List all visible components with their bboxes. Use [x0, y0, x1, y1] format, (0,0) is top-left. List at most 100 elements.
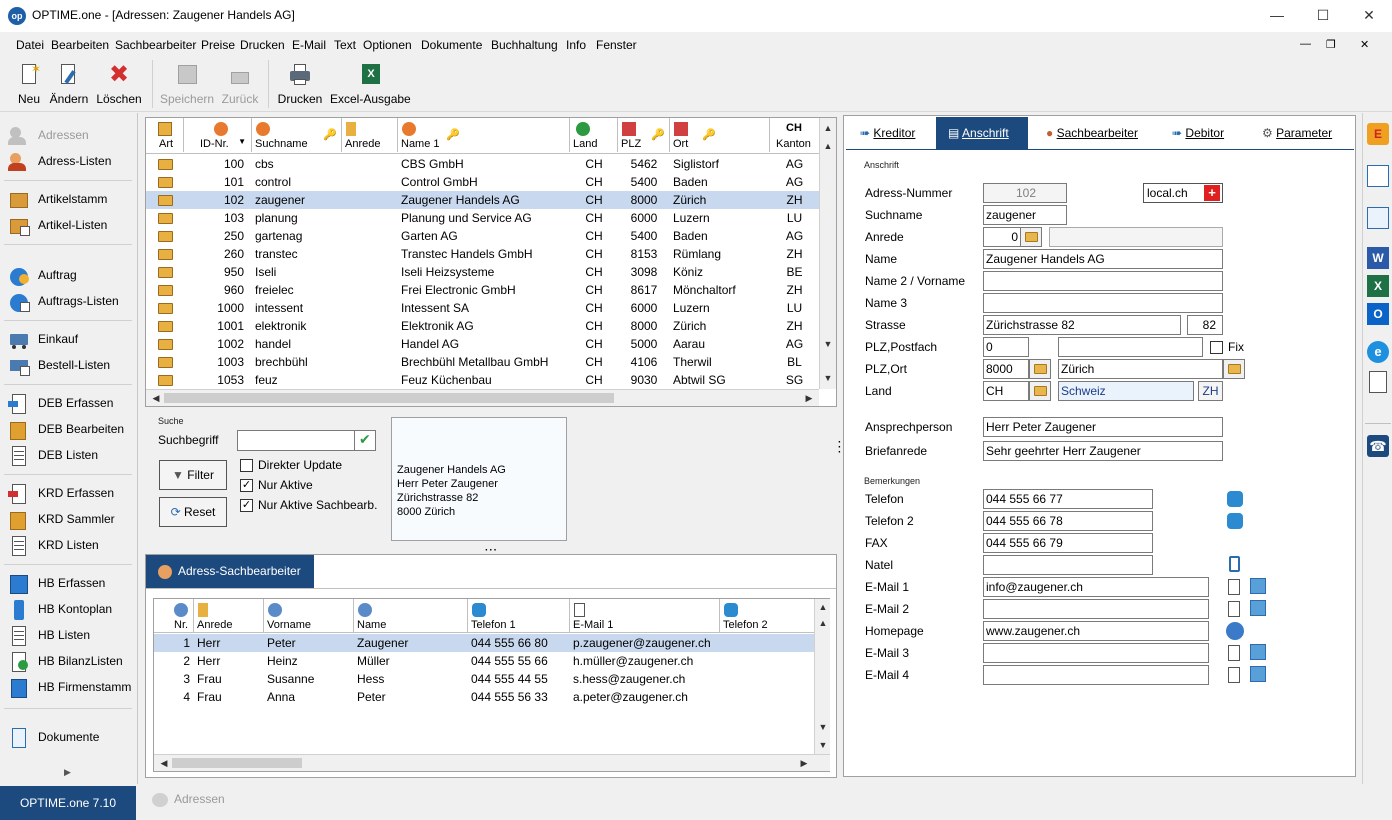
nav-dokumente[interactable]: Dokumente	[8, 726, 99, 748]
sb-scroll-up-icon[interactable]: ▲	[815, 615, 831, 631]
neu-button[interactable]: ✶ Neu	[14, 62, 44, 110]
email-doc-icon[interactable]	[1228, 601, 1240, 617]
calculator-icon[interactable]	[1367, 165, 1389, 187]
name-field[interactable]: Zaugener Handels AG	[983, 249, 1223, 269]
sb-scroll-right-icon[interactable]: ▶	[796, 755, 812, 771]
anrede-lookup-button[interactable]	[1020, 227, 1042, 247]
table-row[interactable]: 1 Herr Peter Zaugener 044 555 66 80 p.zaugene…	[154, 634, 814, 652]
col-plz[interactable]: PLZ 🔑	[618, 118, 670, 152]
plz-postfach-field[interactable]: 0	[983, 337, 1029, 357]
col-nr[interactable]: Nr.	[154, 599, 194, 633]
nav-bestell-listen[interactable]: Bestell-Listen	[8, 354, 110, 376]
nav-krd-sammler[interactable]: KRD Sammler	[8, 508, 115, 530]
nav-krd-listen[interactable]: KRD Listen	[8, 534, 99, 556]
nav-deb-listen[interactable]: DEB Listen	[8, 444, 98, 466]
sb-scroll-top-icon[interactable]: ▲	[815, 599, 831, 615]
col-vorname[interactable]: Vorname	[264, 599, 354, 633]
telefon2-field[interactable]: 044 555 66 78	[983, 511, 1153, 531]
nav-hb-listen[interactable]: HB Listen	[8, 624, 90, 646]
col-anrede-sb[interactable]: Anrede	[194, 599, 264, 633]
anrede-code-field[interactable]: 0	[983, 227, 1021, 247]
table-row[interactable]: 4 Frau Anna Peter 044 555 56 33 a.peter@zauge…	[154, 688, 814, 706]
nav-hb-bilanzlisten[interactable]: HB BilanzListen	[8, 650, 123, 672]
mdi-restore-icon[interactable]: ❐	[1326, 38, 1336, 51]
land-code-field[interactable]: CH	[983, 381, 1029, 401]
email-doc-icon[interactable]	[1228, 645, 1240, 661]
aendern-button[interactable]: Ändern	[48, 64, 90, 110]
menu-drucken[interactable]: Drucken	[240, 38, 285, 52]
tab-debitor[interactable]: ➠ Debitor	[1172, 117, 1242, 149]
table-row[interactable]: 3 Frau Susanne Hess 044 555 44 55 s.hess@zaug…	[154, 670, 814, 688]
email1-field[interactable]: info@zaugener.ch	[983, 577, 1209, 597]
land-lookup-button[interactable]	[1029, 381, 1051, 401]
menu-optionen[interactable]: Optionen	[363, 38, 412, 52]
fix-checkbox[interactable]: Fix	[1210, 340, 1244, 355]
menu-sachbearbeiter[interactable]: Sachbearbeiter	[115, 38, 196, 52]
col-anrede[interactable]: Anrede	[342, 118, 398, 152]
sb-scroll-down-icon[interactable]: ▼	[815, 719, 831, 735]
table-row[interactable]: 960 freielec Frei Electronic GmbH CH 8617 Mön…	[146, 281, 819, 299]
nur-aktive-sachbearb-checkbox[interactable]: ✓ Nur Aktive Sachbearb.	[240, 498, 377, 513]
col-name1[interactable]: Name 1 🔑	[398, 118, 570, 152]
grid-horizontal-scrollbar[interactable]: ◀ ▶	[146, 389, 819, 406]
briefanrede-field[interactable]: Sehr geehrter Herr Zaugener	[983, 441, 1223, 461]
table-row[interactable]: 100 cbs CBS GmbH CH 5462 Siglistorf AG	[146, 155, 819, 173]
nav-artikel-listen[interactable]: Artikel-Listen	[8, 214, 107, 236]
tab-parameter[interactable]: ⚙ Parameter	[1262, 117, 1352, 149]
col-id-nr[interactable]: ID-Nr. ▼	[184, 118, 252, 152]
calendar-icon[interactable]	[1367, 207, 1389, 229]
land-name-field[interactable]: Schweiz	[1058, 381, 1194, 401]
search-input[interactable]	[237, 430, 355, 451]
phone-call-icon[interactable]	[1227, 513, 1243, 529]
fax-field[interactable]: 044 555 66 79	[983, 533, 1153, 553]
scroll-right-icon[interactable]: ▶	[801, 390, 817, 406]
loeschen-button[interactable]: ✖ Löschen	[96, 63, 142, 110]
ansprechperson-field[interactable]: Herr Peter Zaugener	[983, 417, 1223, 437]
menu-info[interactable]: Info	[566, 38, 586, 52]
scroll-up-icon[interactable]: ▲	[820, 138, 836, 154]
ort-lookup-button[interactable]	[1223, 359, 1245, 379]
close-window-button[interactable]: ✕	[1346, 0, 1392, 32]
email-doc-icon[interactable]	[1228, 579, 1240, 595]
minimize-button[interactable]: —	[1254, 0, 1300, 32]
mdi-close-icon[interactable]: ✕	[1360, 38, 1369, 51]
mobile-phone-icon[interactable]	[1229, 556, 1240, 572]
natel-field[interactable]	[983, 555, 1153, 575]
reset-button[interactable]: ⟳ Reset	[159, 497, 227, 527]
email2-field[interactable]	[983, 599, 1209, 619]
menu-datei[interactable]: Datei	[16, 38, 44, 52]
exchange-icon[interactable]: E	[1367, 123, 1389, 145]
telefon-field[interactable]: 044 555 66 77	[983, 489, 1153, 509]
nur-aktive-checkbox[interactable]: ✓ Nur Aktive	[240, 478, 313, 493]
plz-lookup-button[interactable]	[1029, 359, 1051, 379]
sb-vertical-scrollbar[interactable]: ▲ ▲ ▼ ▼	[814, 599, 830, 754]
col-suchname[interactable]: Suchname 🔑	[252, 118, 342, 152]
grid-vertical-scrollbar[interactable]: ▲ ▲ ▼ ▼	[819, 118, 836, 389]
homepage-field[interactable]: www.zaugener.ch	[983, 621, 1209, 641]
excel-ausgabe-button[interactable]: X Excel-Ausgabe	[330, 64, 411, 110]
scroll-left-icon[interactable]: ◀	[148, 390, 164, 406]
table-row[interactable]: 250 gartenag Garten AG CH 5400 Baden AG	[146, 227, 819, 245]
strasse-field[interactable]: Zürichstrasse 82	[983, 315, 1181, 335]
excel-icon[interactable]: X	[1367, 275, 1389, 297]
table-row[interactable]: 1001 elektronik Elektronik AG CH 8000 Zürich Z…	[146, 317, 819, 335]
send-mail-icon[interactable]	[1250, 666, 1266, 682]
menu-buchhaltung[interactable]: Buchhaltung	[491, 38, 558, 52]
ort-field[interactable]: Zürich	[1058, 359, 1223, 379]
mdi-minimize-icon[interactable]: —	[1300, 38, 1311, 50]
table-row[interactable]: 1002 handel Handel AG CH 5000 Aarau AG	[146, 335, 819, 353]
menu-text[interactable]: Text	[334, 38, 356, 52]
sb-scroll-bottom-icon[interactable]: ▼	[815, 737, 831, 753]
vertical-splitter-handle-icon[interactable]: · · ·	[838, 438, 841, 458]
nav-artikelstamm[interactable]: Artikelstamm	[8, 188, 107, 210]
footer-tab-adressen[interactable]: Adressen	[152, 792, 225, 807]
phone-call-icon[interactable]	[1227, 491, 1243, 507]
maximize-button[interactable]: ☐	[1300, 0, 1346, 32]
menu-dokumente[interactable]: Dokumente	[421, 38, 482, 52]
globe-icon[interactable]	[1226, 622, 1244, 640]
nav-auftrags-listen[interactable]: Auftrags-Listen	[8, 290, 119, 312]
col-telefon1[interactable]: Telefon 1	[468, 599, 570, 633]
send-mail-icon[interactable]	[1250, 644, 1266, 660]
nav-auftrag[interactable]: Auftrag	[8, 264, 77, 286]
zurueck-button[interactable]: Zurück	[220, 64, 260, 110]
